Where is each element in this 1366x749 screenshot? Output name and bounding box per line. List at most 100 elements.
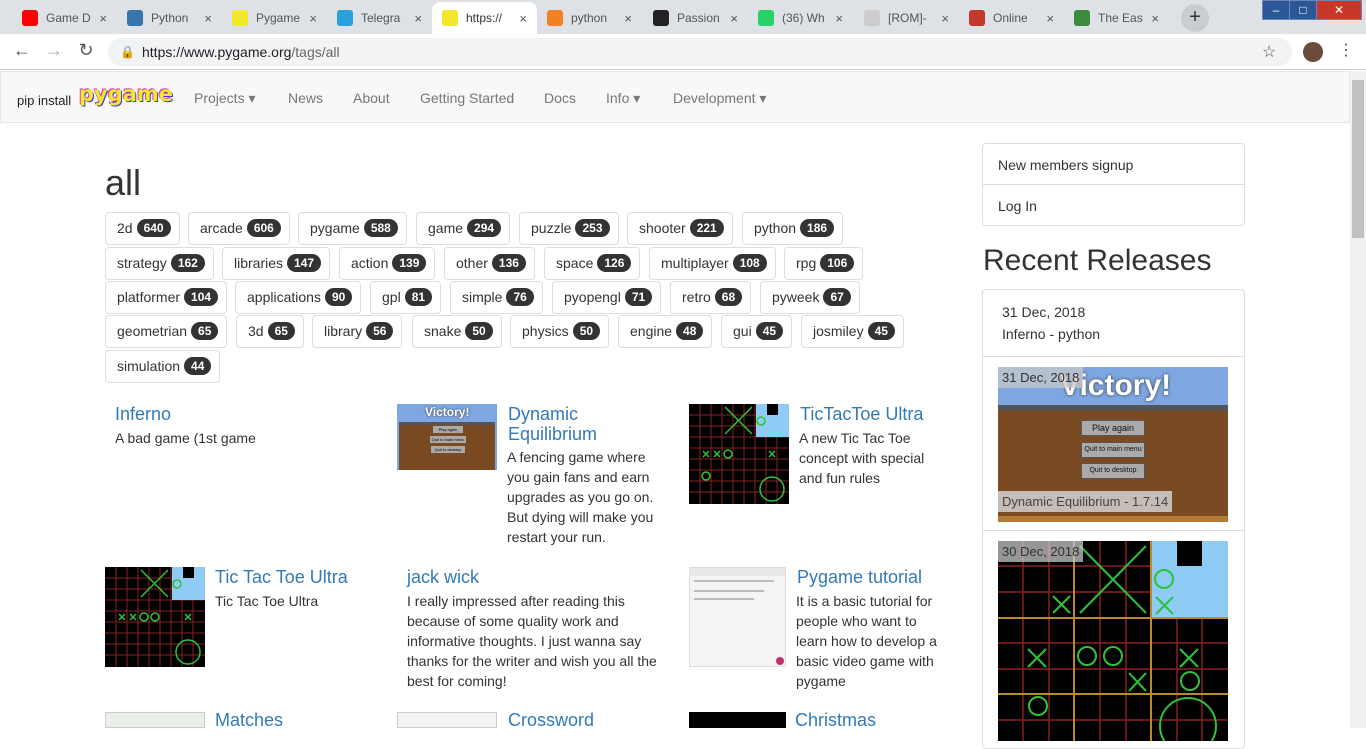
release-name[interactable]: Dynamic Equilibrium - 1.7.14 <box>998 491 1173 512</box>
tag-gui[interactable]: gui 45 <box>721 315 793 348</box>
close-tab-icon[interactable]: × <box>414 11 422 26</box>
close-tab-icon[interactable]: × <box>1046 11 1054 26</box>
project-thumb-christmas[interactable] <box>689 712 786 728</box>
project-thumb-tictactoe-ultra[interactable] <box>689 404 789 504</box>
tag-python[interactable]: python 186 <box>742 212 844 245</box>
close-tab-icon[interactable]: × <box>624 11 632 26</box>
tag-label: strategy <box>117 255 167 271</box>
close-tab-icon[interactable]: × <box>730 11 738 26</box>
tag-platformer[interactable]: platformer 104 <box>105 281 228 314</box>
browser-tab[interactable]: Online × <box>959 2 1064 34</box>
tag-arcade[interactable]: arcade 606 <box>188 212 290 245</box>
nav-getting-started[interactable]: Getting Started <box>420 90 514 106</box>
tag-label: pygame <box>310 220 360 236</box>
tag-other[interactable]: other 136 <box>444 247 535 280</box>
tag-retro[interactable]: retro 68 <box>670 281 752 314</box>
browser-tab[interactable]: https:// × <box>432 2 537 34</box>
github-icon <box>653 10 669 26</box>
nav-about[interactable]: About <box>353 90 390 106</box>
browser-menu-icon[interactable]: ⋮ <box>1338 40 1354 60</box>
nav-docs[interactable]: Docs <box>544 90 576 106</box>
profile-avatar[interactable] <box>1303 42 1323 62</box>
release-thumb-dynamic-equilibrium[interactable]: Victory! Play again Quit to main menu Qu… <box>998 367 1228 522</box>
project-title-tictactoe-ultra[interactable]: TicTacToe Ultra <box>800 404 923 424</box>
browser-tab[interactable]: (36) Wh × <box>748 2 853 34</box>
release-name[interactable]: Inferno - python <box>1002 326 1100 342</box>
nav-info[interactable]: Info ▾ <box>606 90 640 107</box>
tag-multiplayer[interactable]: multiplayer 108 <box>649 247 776 280</box>
tag-applications[interactable]: applications 90 <box>235 281 362 314</box>
project-title-dynamic-equilibrium[interactable]: Dynamic Equilibrium <box>508 404 597 444</box>
browser-tab[interactable]: Game D × <box>12 2 117 34</box>
address-bar[interactable]: 🔒 https://www.pygame.org/tags/all <box>108 38 1292 66</box>
project-title-christmas[interactable]: Christmas <box>795 710 876 730</box>
project-thumb-crossword[interactable] <box>397 712 497 728</box>
tag-puzzle[interactable]: puzzle 253 <box>519 212 619 245</box>
nav-development[interactable]: Development ▾ <box>673 90 766 107</box>
close-tab-icon[interactable]: × <box>1151 11 1159 26</box>
project-title-jack-wick[interactable]: jack wick <box>407 567 479 587</box>
bookmark-star-icon[interactable]: ☆ <box>1262 42 1276 62</box>
release-thumb-tictactoe[interactable]: 30 Dec, 2018 <box>998 541 1228 741</box>
browser-tab[interactable]: Pygame × <box>222 2 327 34</box>
tag-count-badge: 104 <box>184 288 219 306</box>
tag-rpg[interactable]: rpg 106 <box>784 247 864 280</box>
project-title-crossword[interactable]: Crossword <box>508 710 594 730</box>
tag-library[interactable]: library 56 <box>312 315 403 348</box>
pygame-logo[interactable]: pygame <box>79 82 173 106</box>
reload-button[interactable]: ↻ <box>74 40 98 61</box>
project-thumb-dynamic-equilibrium[interactable]: Victory! Play again Quit to main menu Qu… <box>397 404 497 470</box>
project-title-pygame-tutorial[interactable]: Pygame tutorial <box>797 567 922 587</box>
tag-engine[interactable]: engine 48 <box>618 315 713 348</box>
close-tab-icon[interactable]: × <box>99 11 107 26</box>
tag-game[interactable]: game 294 <box>416 212 511 245</box>
tag-shooter[interactable]: shooter 221 <box>627 212 733 245</box>
new-tab-button[interactable]: + <box>1181 4 1209 32</box>
close-window-button[interactable]: ✕ <box>1316 0 1362 20</box>
tag-simple[interactable]: simple 76 <box>450 281 543 314</box>
login-link[interactable]: Log In <box>998 198 1037 214</box>
tag-action[interactable]: action 139 <box>339 247 436 280</box>
tag-simulation[interactable]: simulation 44 <box>105 350 221 383</box>
close-tab-icon[interactable]: × <box>204 11 212 26</box>
browser-tab[interactable]: [ROM]- × <box>854 2 959 34</box>
tag-geometrian[interactable]: geometrian 65 <box>105 315 228 348</box>
close-tab-icon[interactable]: × <box>309 11 317 26</box>
close-tab-icon[interactable]: × <box>519 11 527 26</box>
nav-projects[interactable]: Projects ▾ <box>194 90 256 107</box>
close-tab-icon[interactable]: × <box>941 11 949 26</box>
minimize-button[interactable]: – <box>1262 0 1290 20</box>
tag-libraries[interactable]: libraries 147 <box>222 247 331 280</box>
project-thumb-tic-tac-toe-ultra[interactable] <box>105 567 205 667</box>
browser-tab[interactable]: Python × <box>117 2 222 34</box>
project-title-inferno[interactable]: Inferno <box>115 404 171 424</box>
tag-strategy[interactable]: strategy 162 <box>105 247 214 280</box>
tag-count-badge: 44 <box>184 357 212 375</box>
maximize-button[interactable]: □ <box>1289 0 1317 20</box>
tag-josmiley[interactable]: josmiley 45 <box>801 315 904 348</box>
tag-pyweek[interactable]: pyweek 67 <box>760 281 860 314</box>
browser-tab[interactable]: The Eas × <box>1064 2 1169 34</box>
tag-pyopengl[interactable]: pyopengl 71 <box>552 281 662 314</box>
browser-tab[interactable]: Telegra × <box>327 2 432 34</box>
project-title-tic-tac-toe-ultra[interactable]: Tic Tac Toe Ultra <box>215 567 348 587</box>
tag-space[interactable]: space 126 <box>544 247 641 280</box>
back-button[interactable]: ← <box>10 40 34 61</box>
brand-text[interactable]: pip install <box>17 93 71 108</box>
browser-tab[interactable]: Passion × <box>643 2 748 34</box>
tag-physics[interactable]: physics 50 <box>510 315 610 348</box>
signup-link[interactable]: New members signup <box>998 157 1133 173</box>
browser-tab[interactable]: python × <box>537 2 642 34</box>
close-tab-icon[interactable]: × <box>835 11 843 26</box>
project-title-matches[interactable]: Matches <box>215 710 283 730</box>
nav-news[interactable]: News <box>288 90 323 106</box>
tag-pygame[interactable]: pygame 588 <box>298 212 407 245</box>
project-thumb-pygame-tutorial[interactable] <box>689 567 786 667</box>
tag-snake[interactable]: snake 50 <box>412 315 502 348</box>
tag-3d[interactable]: 3d 65 <box>236 315 304 348</box>
scrollbar-thumb[interactable] <box>1352 80 1364 238</box>
tag-gpl[interactable]: gpl 81 <box>370 281 442 314</box>
project-thumb-matches[interactable] <box>105 712 205 728</box>
forward-button[interactable]: → <box>42 40 66 61</box>
tag-2d[interactable]: 2d 640 <box>105 212 180 245</box>
